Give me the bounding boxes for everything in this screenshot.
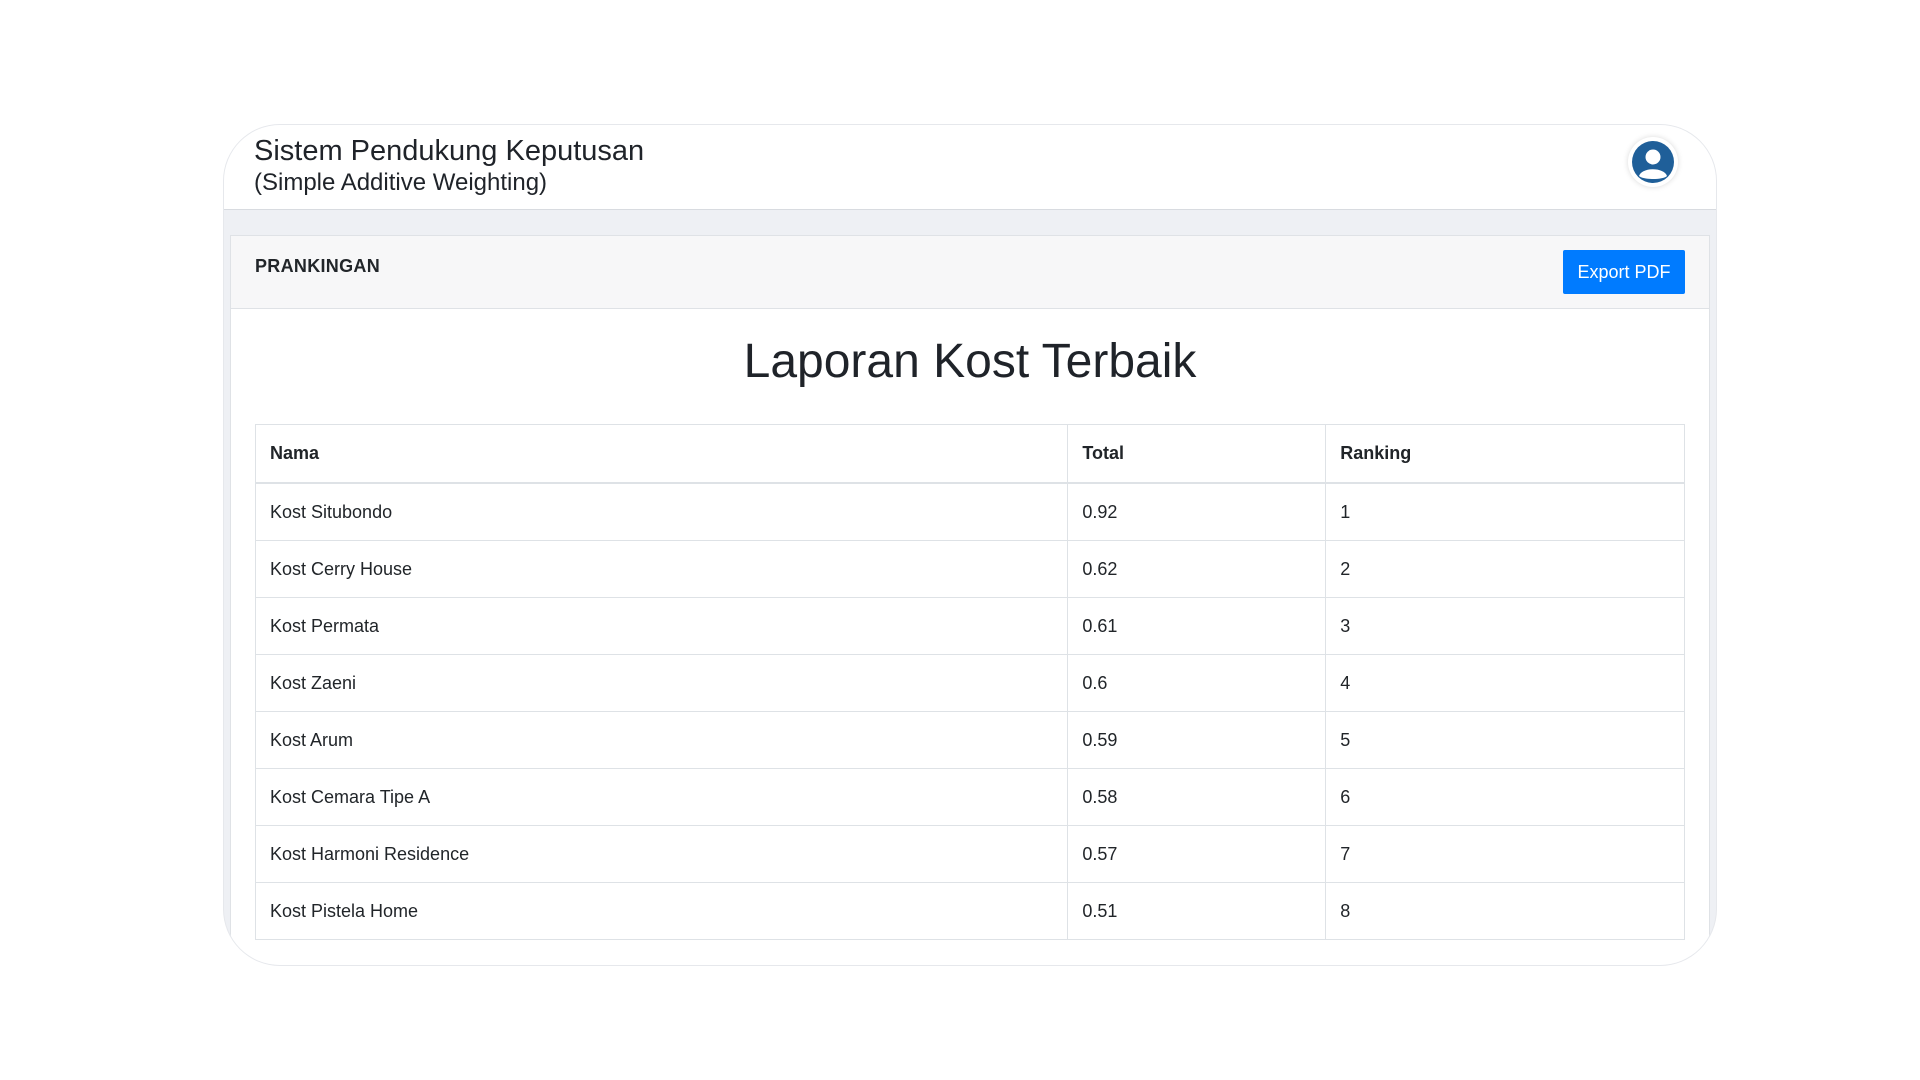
table-row: Kost Situbondo 0.92 1: [254, 482, 1685, 541]
cell-nama: Kost Zaeni: [254, 654, 1069, 712]
cell-ranking: 3: [1325, 597, 1685, 655]
cell-total: 0.57: [1067, 825, 1327, 883]
column-header-total: Total: [1067, 424, 1327, 484]
cell-ranking: 4: [1325, 654, 1685, 712]
cell-ranking: 8: [1325, 882, 1685, 940]
ranking-card: PRANKINGAN Export PDF Laporan Kost Terba…: [230, 235, 1710, 965]
cell-ranking: 2: [1325, 540, 1685, 598]
cell-ranking: 1: [1325, 482, 1685, 541]
report-title: Laporan Kost Terbaik: [743, 335, 1197, 388]
cell-nama: Kost Permata: [254, 597, 1069, 655]
table-row: Kost Cemara Tipe A 0.58 6: [254, 768, 1685, 826]
user-avatar-button[interactable]: [1628, 137, 1678, 187]
cell-nama: Kost Cemara Tipe A: [254, 768, 1069, 826]
cell-total: 0.61: [1067, 597, 1327, 655]
column-header-ranking: Ranking: [1325, 424, 1685, 484]
brand: Sistem Pendukung Keputusan (Simple Addit…: [254, 133, 644, 197]
user-avatar-icon: [1632, 141, 1674, 183]
cell-nama: Kost Cerry House: [254, 540, 1069, 598]
cell-total: 0.62: [1067, 540, 1327, 598]
app-title: Sistem Pendukung Keputusan: [254, 135, 645, 167]
table-header-row: Nama Total Ranking: [254, 424, 1685, 484]
app-subtitle: (Simple Additive Weighting): [254, 169, 548, 196]
table-row: Kost Arum 0.59 5: [254, 711, 1685, 769]
table-row: Kost Pistela Home 0.51 8: [254, 882, 1685, 940]
cell-ranking: 6: [1325, 768, 1685, 826]
table-row: Kost Zaeni 0.6 4: [254, 654, 1685, 712]
table-row: Kost Cerry House 0.62 2: [254, 540, 1685, 598]
cell-nama: Kost Arum: [254, 711, 1069, 769]
card-header-title: PRANKINGAN: [255, 256, 381, 276]
table-row: Kost Harmoni Residence 0.57 7: [254, 825, 1685, 883]
card-header: PRANKINGAN Export PDF: [231, 236, 1709, 309]
cell-ranking: 5: [1325, 711, 1685, 769]
export-pdf-button[interactable]: Export PDF: [1563, 250, 1685, 294]
column-header-nama: Nama: [254, 424, 1069, 484]
cell-ranking: 7: [1325, 825, 1685, 883]
cell-total: 0.92: [1067, 482, 1327, 541]
top-navbar: Sistem Pendukung Keputusan (Simple Addit…: [224, 125, 1716, 210]
cell-total: 0.58: [1067, 768, 1327, 826]
cell-nama: Kost Harmoni Residence: [254, 825, 1069, 883]
cell-total: 0.51: [1067, 882, 1327, 940]
cell-total: 0.59: [1067, 711, 1327, 769]
cell-nama: Kost Situbondo: [254, 482, 1069, 541]
cell-total: 0.6: [1067, 654, 1327, 712]
ranking-table: Nama Total Ranking Kost Situbondo 0.92 1…: [254, 424, 1685, 940]
table-row: Kost Permata 0.61 3: [254, 597, 1685, 655]
app-window: Sistem Pendukung Keputusan (Simple Addit…: [224, 125, 1716, 965]
ranking-table-wrapper: Nama Total Ranking Kost Situbondo 0.92 1…: [254, 424, 1685, 940]
cell-nama: Kost Pistela Home: [254, 882, 1069, 940]
